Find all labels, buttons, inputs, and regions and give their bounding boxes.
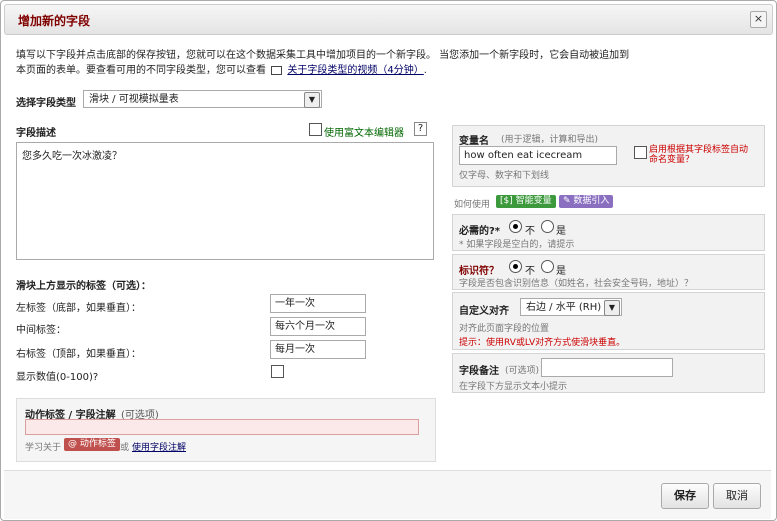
field-types-video-link[interactable]: 关于字段类型的视频（4分钟） (287, 65, 423, 76)
dialog-footer: 保存 取消 (4, 470, 771, 519)
action-tags-button[interactable]: @ 动作标签 (64, 438, 120, 451)
right-label-text: 右标签（顶部，如果垂直）： (16, 349, 141, 360)
required-label: 必需的?* (459, 226, 501, 237)
required-yes-label: 是 (556, 226, 566, 237)
rich-text-label: 使用富文本编辑器 (324, 128, 404, 139)
description-label: 字段描述 (16, 128, 56, 139)
align-select[interactable]: 右边 / 水平 (RH) ▼ (520, 298, 622, 316)
description-textarea[interactable]: 您多久吃一次冰激凌？ (16, 142, 434, 260)
intro-text: 填写以下字段并点击底部的保存按钮，您就可以在这个数据采集工具中增加项目的一个新字… (16, 50, 630, 76)
note-hint: 在字段下方显示文本小提示 (459, 382, 568, 392)
middle-label-input[interactable]: 每六个月一次 (270, 317, 366, 336)
note-panel: 字段备注 (可选项) 在字段下方显示文本小提示 (452, 353, 765, 393)
video-icon (271, 65, 283, 75)
piping-button[interactable]: ✎ 数据引入 (559, 195, 614, 208)
required-yes-radio[interactable] (541, 220, 554, 233)
required-panel: 必需的?* 不 是 * 如果字段是空白的，请提示 (452, 214, 765, 251)
show-number-checkbox[interactable] (271, 365, 284, 378)
show-number-label: 显示数值(0-100)? (16, 372, 99, 383)
align-tip: 提示：使用RV或LV对齐方式使滑块垂直。 (459, 338, 626, 348)
note-optional: (可选项) (505, 366, 540, 376)
right-label-input[interactable]: 每月一次 (270, 340, 366, 359)
auto-name-label: 启用根据其字段标签自动命名变量？ (649, 145, 749, 165)
save-button[interactable]: 保存 (661, 483, 709, 509)
close-icon[interactable]: × (750, 11, 767, 28)
identifier-panel: 标识符？ 不 是 字段是否包含识别信息（如姓名，社会安全号码，地址）？ (452, 254, 765, 290)
identifier-yes-label: 是 (556, 266, 566, 277)
learn-about-text: 学习关于 (25, 443, 62, 453)
align-hint: 对齐此页面字段的位置 (459, 324, 550, 334)
middle-label-text: 中间标签： (16, 325, 66, 336)
required-no-radio[interactable] (509, 220, 522, 233)
align-panel: 自定义对齐 右边 / 水平 (RH) ▼ 对齐此页面字段的位置 提示：使用RV或… (452, 292, 765, 350)
required-hint: * 如果字段是空白的，请提示 (459, 240, 575, 250)
field-note-input[interactable] (541, 358, 673, 377)
dialog-title: 增加新的字段 (18, 14, 91, 28)
identifier-no-label: 不 (525, 266, 535, 277)
align-label: 自定义对齐 (459, 306, 509, 317)
identifier-yes-radio[interactable] (541, 260, 554, 273)
note-label: 字段备注 (459, 366, 499, 377)
action-tags-input[interactable] (25, 419, 419, 435)
variable-note: (用于逻辑，计算和导出) (501, 135, 599, 145)
how-to-use-label: 如何使用 (454, 200, 491, 210)
identifier-label: 标识符？ (459, 266, 499, 277)
action-tags-panel: 动作标签 / 字段注解 (可选项) 学习关于 @ 动作标签 或 使用字段注解 (16, 398, 436, 462)
dialog-titlebar: 增加新的字段 × (4, 4, 773, 35)
or-text: 或 (120, 443, 130, 453)
smart-variables-button[interactable]: [$] 智能变量 (496, 195, 556, 208)
variable-label: 变量名 (459, 136, 489, 147)
slider-labels-heading: 滑块上方显示的标签（可选）： (16, 281, 151, 292)
field-type-select[interactable]: 滑块 / 可视模拟量表 ▼ (83, 90, 322, 108)
required-no-label: 不 (525, 226, 535, 237)
left-label-text: 左标签（底部，如果垂直）： (16, 303, 141, 314)
chevron-down-icon: ▼ (304, 92, 320, 108)
add-field-dialog: 增加新的字段 × 填写以下字段并点击底部的保存按钮，您就可以在这个数据采集工具中… (0, 0, 777, 521)
auto-name-checkbox[interactable] (634, 146, 647, 159)
variable-name-input[interactable]: how often eat icecream (459, 146, 617, 165)
identifier-hint: 字段是否包含识别信息（如姓名，社会安全号码，地址）？ (459, 279, 694, 289)
field-annotation-link[interactable]: 使用字段注解 (132, 440, 186, 453)
variable-hint: 仅字母、数字和下划线 (459, 171, 550, 181)
left-label-input[interactable]: 一年一次 (270, 294, 366, 313)
chevron-down-icon: ▼ (604, 300, 620, 316)
field-type-label: 选择字段类型 (16, 98, 76, 109)
rich-text-checkbox[interactable] (309, 123, 322, 136)
cancel-button[interactable]: 取消 (713, 483, 761, 509)
variable-panel: 变量名 (用于逻辑，计算和导出) how often eat icecream … (452, 125, 765, 187)
identifier-no-radio[interactable] (509, 260, 522, 273)
help-icon[interactable]: ? (414, 122, 427, 136)
